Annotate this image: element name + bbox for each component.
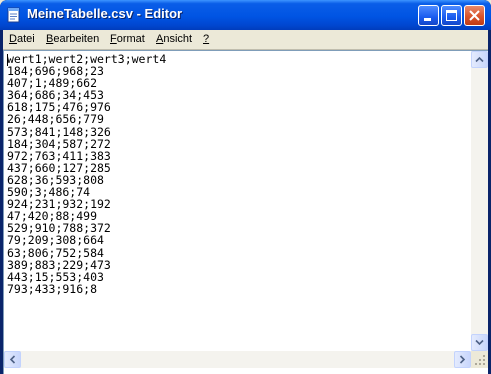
menu-help-accelerator: ? <box>203 33 210 45</box>
scroll-right-button[interactable] <box>454 351 471 368</box>
window-title: MeineTabelle.csv - Editor <box>27 6 183 21</box>
text-line: 793;433;916;8 <box>7 281 98 296</box>
text-line: 573;841;148;326 <box>7 124 111 139</box>
text-line: 184;304;587;272 <box>7 136 111 151</box>
menu-format-accelerator: F <box>110 33 117 45</box>
scroll-down-button[interactable] <box>471 334 488 351</box>
scroll-up-button[interactable] <box>471 51 488 68</box>
text-line: 443;15;553;403 <box>7 269 104 284</box>
title-bar[interactable]: MeineTabelle.csv - Editor <box>0 0 491 30</box>
notepad-window: MeineTabelle.csv - Editor Datei Bearbeit… <box>0 0 491 374</box>
notepad-icon[interactable] <box>7 7 21 23</box>
close-icon <box>469 10 480 21</box>
text-line: 79;209;308;664 <box>7 233 104 248</box>
resize-grip[interactable] <box>471 351 488 368</box>
window-client-area: Datei Bearbeiten Format Ansicht ? wert1;… <box>3 30 488 374</box>
menu-format-label: ormat <box>116 33 145 45</box>
arrow-up-icon <box>475 56 484 63</box>
maximize-button[interactable] <box>441 5 462 26</box>
menu-ansicht-label: nsicht <box>163 33 193 45</box>
menu-format[interactable]: Format <box>110 33 145 45</box>
menu-help[interactable]: ? <box>203 33 209 45</box>
text-line: 63;806;752;584 <box>7 245 104 260</box>
horizontal-scrollbar[interactable] <box>4 351 471 368</box>
maximize-icon <box>446 10 457 21</box>
menu-datei-accelerator: D <box>9 33 17 45</box>
text-content[interactable]: wert1;wert2;wert3;wert4 184;696;968;23 407… <box>7 53 467 351</box>
editor-area[interactable]: wert1;wert2;wert3;wert4 184;696;968;23 407… <box>3 50 488 374</box>
menu-datei[interactable]: Datei <box>9 33 35 45</box>
text-line: 389;883;229;473 <box>7 257 111 272</box>
menu-ansicht[interactable]: Ansicht <box>156 33 192 45</box>
minimize-button[interactable] <box>418 5 439 26</box>
arrow-right-icon <box>459 355 466 364</box>
arrow-left-icon <box>9 355 16 364</box>
menu-bearbeiten[interactable]: Bearbeiten <box>46 33 99 45</box>
vertical-scrollbar[interactable] <box>471 51 488 351</box>
text-caret <box>7 54 8 66</box>
minimize-icon <box>424 18 431 21</box>
arrow-down-icon <box>475 339 484 346</box>
menu-bearbeiten-label: earbeiten <box>53 33 100 45</box>
menu-datei-label: atei <box>16 33 35 45</box>
resize-grip-icon <box>475 355 485 365</box>
close-button[interactable] <box>464 5 485 26</box>
scroll-left-button[interactable] <box>4 351 21 368</box>
menu-bar: Datei Bearbeiten Format Ansicht ? <box>3 30 488 50</box>
text-line: 26;448;656;779 <box>7 112 104 127</box>
